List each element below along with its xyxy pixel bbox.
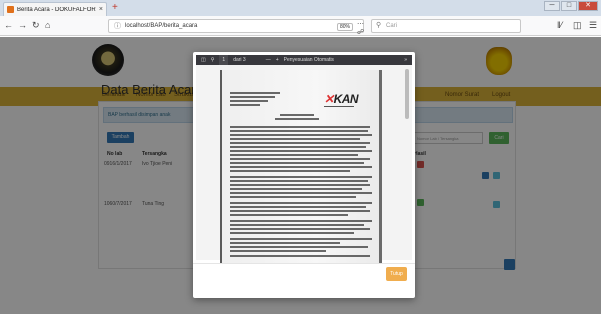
pdf-modal: ◫ ⚲ 1 dari 3 — + Penyesuaian Otomatis » … [193, 52, 415, 298]
doc-line [230, 210, 370, 212]
doc-line [230, 96, 275, 98]
doc-line [230, 238, 372, 240]
doc-line [230, 224, 364, 226]
doc-line [230, 166, 372, 168]
home-icon[interactable]: ⌂ [45, 20, 50, 31]
browser-tab[interactable]: Berita Acara - DOKUFALFOR × [3, 2, 107, 16]
doc-line [230, 206, 366, 208]
doc-line [230, 220, 372, 222]
zoom-in-icon[interactable]: + [276, 55, 279, 65]
info-icon[interactable]: ⓘ [114, 21, 121, 31]
tutup-button[interactable]: Tutup [386, 267, 407, 281]
url-text[interactable]: localhost/BAP/berita_acara [125, 23, 197, 29]
doc-line [230, 130, 368, 132]
doc-line [275, 118, 319, 120]
pdf-toolbar: ◫ ⚲ 1 dari 3 — + Penyesuaian Otomatis » [196, 55, 412, 65]
tab-title: Berita Acara - DOKUFALFOR [17, 6, 96, 13]
doc-line [230, 192, 372, 194]
menu-icon[interactable]: ☰ [589, 20, 597, 31]
doc-line [230, 250, 326, 252]
doc-line [230, 196, 356, 198]
doc-line [230, 150, 372, 152]
doc-line [230, 100, 268, 102]
doc-line [230, 92, 280, 94]
minimize-button[interactable]: ─ [544, 1, 560, 11]
doc-line [230, 202, 372, 204]
doc-line [230, 176, 372, 178]
forward-icon[interactable]: → [18, 20, 27, 31]
zoom-select[interactable]: Penyesuaian Otomatis [284, 55, 334, 65]
doc-line [230, 146, 366, 148]
more-tools-icon[interactable]: » [404, 55, 407, 65]
zoom-out-icon[interactable]: — [266, 55, 271, 65]
url-bar[interactable]: ⓘ localhost/BAP/berita_acara 80% ⋯ ☍ ☆ [108, 19, 364, 44]
pdf-scrollbar[interactable] [405, 69, 409, 119]
search-placeholder: Cari [386, 23, 398, 29]
doc-line [230, 242, 340, 244]
doc-line [230, 232, 354, 234]
doc-line [230, 154, 358, 156]
window-controls: ─ □ ✕ [544, 1, 598, 11]
sidebar-icon[interactable]: ◫ [573, 20, 582, 31]
doc-line [230, 170, 350, 172]
search-bar[interactable]: ⚲ Cari [371, 19, 521, 33]
search-icon: ⚲ [376, 22, 382, 29]
doc-line [230, 138, 360, 140]
sidebar-toggle-icon[interactable]: ◫ [201, 55, 206, 65]
doc-line [230, 104, 260, 106]
maximize-button[interactable]: □ [561, 1, 577, 11]
doc-line [280, 114, 314, 116]
page-number-input[interactable]: 1 [219, 55, 229, 65]
pdf-viewer[interactable]: ✕KAN [196, 65, 412, 264]
doc-line [230, 246, 368, 248]
doc-line [230, 188, 362, 190]
back-icon[interactable]: ← [4, 20, 13, 31]
doc-line [230, 142, 370, 144]
kan-logo-underline [324, 106, 354, 108]
tab-close-icon[interactable]: × [99, 6, 103, 13]
doc-line [230, 158, 370, 160]
doc-line [230, 126, 370, 128]
reload-icon[interactable]: ↻ [32, 20, 40, 31]
doc-line [230, 255, 370, 257]
browser-navbar: ← → ↻ ⌂ ⓘ localhost/BAP/berita_acara 80%… [0, 16, 601, 44]
page-count: dari 3 [233, 57, 246, 63]
doc-line [230, 214, 348, 216]
doc-line [230, 184, 370, 186]
doc-line [230, 228, 370, 230]
doc-line [230, 180, 368, 182]
scanned-document-page: ✕KAN [220, 70, 382, 264]
favicon-icon [7, 6, 14, 13]
find-icon[interactable]: ⚲ [211, 55, 215, 65]
modal-footer-divider [193, 263, 415, 264]
close-window-button[interactable]: ✕ [578, 1, 598, 11]
doc-line [230, 134, 372, 136]
new-tab-button[interactable]: + [112, 2, 118, 14]
zoom-indicator[interactable]: 80% [337, 23, 354, 31]
browser-titlebar: Berita Acara - DOKUFALFOR × + ─ □ ✕ [0, 0, 601, 16]
doc-line [230, 162, 364, 164]
kan-logo: ✕KAN [324, 92, 359, 106]
library-icon[interactable]: ‖⁄ [557, 20, 562, 31]
